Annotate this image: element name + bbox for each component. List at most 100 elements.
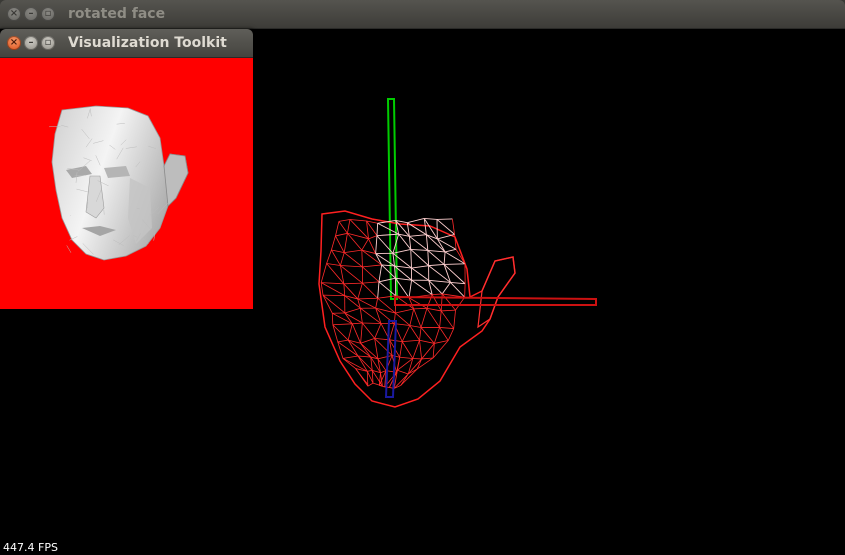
mesh-edge <box>344 249 362 254</box>
mesh-edge <box>397 369 409 375</box>
mesh-edge <box>441 282 451 295</box>
mesh-edge <box>428 279 451 283</box>
mesh-edge <box>399 356 413 359</box>
mesh-edge <box>337 339 349 343</box>
mesh-edge <box>338 221 348 234</box>
mesh-edge <box>401 325 411 342</box>
mesh-edge <box>408 297 428 309</box>
mesh-edge <box>335 232 348 237</box>
mesh-edge <box>335 221 340 237</box>
face-facet-edge <box>66 245 72 253</box>
main-title-bar[interactable]: × – ▫ rotated face <box>0 0 845 29</box>
mesh-edge <box>361 250 363 267</box>
mesh-edge <box>444 263 465 265</box>
mesh-edge <box>331 249 341 266</box>
mesh-edge <box>332 323 353 326</box>
mesh-edge <box>320 282 345 296</box>
mesh-edge <box>332 312 353 325</box>
mesh-edge <box>453 310 456 329</box>
fps-counter: 447.4 FPS <box>3 541 58 554</box>
mesh-edge <box>426 308 440 328</box>
mesh-edge <box>439 310 442 328</box>
mesh-edge <box>421 343 435 360</box>
mesh-edge <box>368 238 376 254</box>
mesh-edge <box>351 323 361 344</box>
mesh-edge <box>412 340 420 359</box>
mesh-edge <box>357 298 376 309</box>
mesh-edge <box>326 249 332 264</box>
mesh-edge <box>322 294 346 314</box>
vtk-window: × – ▫ Visualization Toolkit <box>0 29 253 309</box>
shaded-face-scene <box>49 105 189 261</box>
mesh-edge <box>378 264 383 282</box>
main-maximize-button[interactable]: ▫ <box>41 7 55 21</box>
mesh-edge <box>352 322 363 325</box>
main-close-button[interactable]: × <box>7 7 21 21</box>
mesh-edge <box>439 327 449 341</box>
mesh-edge <box>375 298 379 309</box>
mesh-edge <box>401 341 414 359</box>
mesh-edge <box>343 252 363 268</box>
mesh-edge <box>432 293 443 295</box>
mesh-edge <box>378 281 396 297</box>
mesh-edge <box>344 307 361 314</box>
mesh-edge <box>425 234 429 251</box>
mesh-edge <box>413 308 422 328</box>
mesh-edge <box>440 310 455 329</box>
mesh-edge <box>335 235 345 253</box>
mesh-edge <box>360 338 375 344</box>
mesh-edge <box>455 296 465 311</box>
mesh-edge <box>420 308 428 328</box>
mesh-edge <box>410 249 429 266</box>
mesh-edge <box>424 218 438 220</box>
mesh-edge <box>410 248 428 251</box>
mesh-edge <box>408 280 413 298</box>
mesh-edge <box>394 265 396 279</box>
mesh-edge <box>407 218 425 224</box>
mesh-edge <box>427 250 445 265</box>
mesh-edge <box>444 248 457 253</box>
mesh-edge <box>362 281 380 284</box>
vtk-window-title: Visualization Toolkit <box>68 35 227 51</box>
vtk-maximize-button[interactable]: ▫ <box>41 36 55 50</box>
mesh-edge <box>320 263 327 283</box>
wireframe-face-mesh <box>318 210 516 408</box>
mesh-edge <box>433 327 440 344</box>
mesh-edge <box>437 233 455 240</box>
mesh-edge <box>441 309 456 312</box>
mesh-edge <box>347 219 351 234</box>
vtk-render-viewport[interactable] <box>0 58 253 309</box>
mesh-edge <box>419 327 422 341</box>
mesh-edge <box>395 308 414 314</box>
mesh-edge <box>339 252 345 266</box>
mesh-edge <box>347 233 363 251</box>
mesh-edge <box>377 295 396 299</box>
mesh-edge <box>413 307 427 310</box>
mesh-edge <box>326 263 341 266</box>
mesh-edge <box>428 263 445 267</box>
mesh-edge <box>439 327 454 329</box>
mesh-edge <box>340 265 363 284</box>
mesh-edge <box>375 235 378 254</box>
mesh-edge <box>330 235 336 251</box>
mesh-edge <box>362 264 382 268</box>
mesh-edge <box>377 281 380 299</box>
vtk-minimize-button[interactable]: – <box>24 36 38 50</box>
mesh-edge <box>451 218 455 235</box>
mesh-edge <box>443 251 446 265</box>
mesh-edge <box>377 355 393 360</box>
mesh-edge <box>409 308 415 326</box>
mesh-edge <box>409 325 422 328</box>
mesh-edge <box>395 312 411 326</box>
mesh-edge <box>357 283 363 300</box>
mesh-edge <box>374 323 382 339</box>
main-minimize-button[interactable]: – <box>24 7 38 21</box>
mesh-edge <box>360 322 363 344</box>
mesh-edge <box>400 373 409 386</box>
vtk-title-bar[interactable]: × – ▫ Visualization Toolkit <box>0 29 253 58</box>
mesh-edge <box>427 250 430 266</box>
mesh-edge <box>409 234 427 237</box>
vtk-close-button[interactable]: × <box>7 36 21 50</box>
mesh-edge <box>389 323 395 340</box>
mesh-edge <box>343 233 348 253</box>
